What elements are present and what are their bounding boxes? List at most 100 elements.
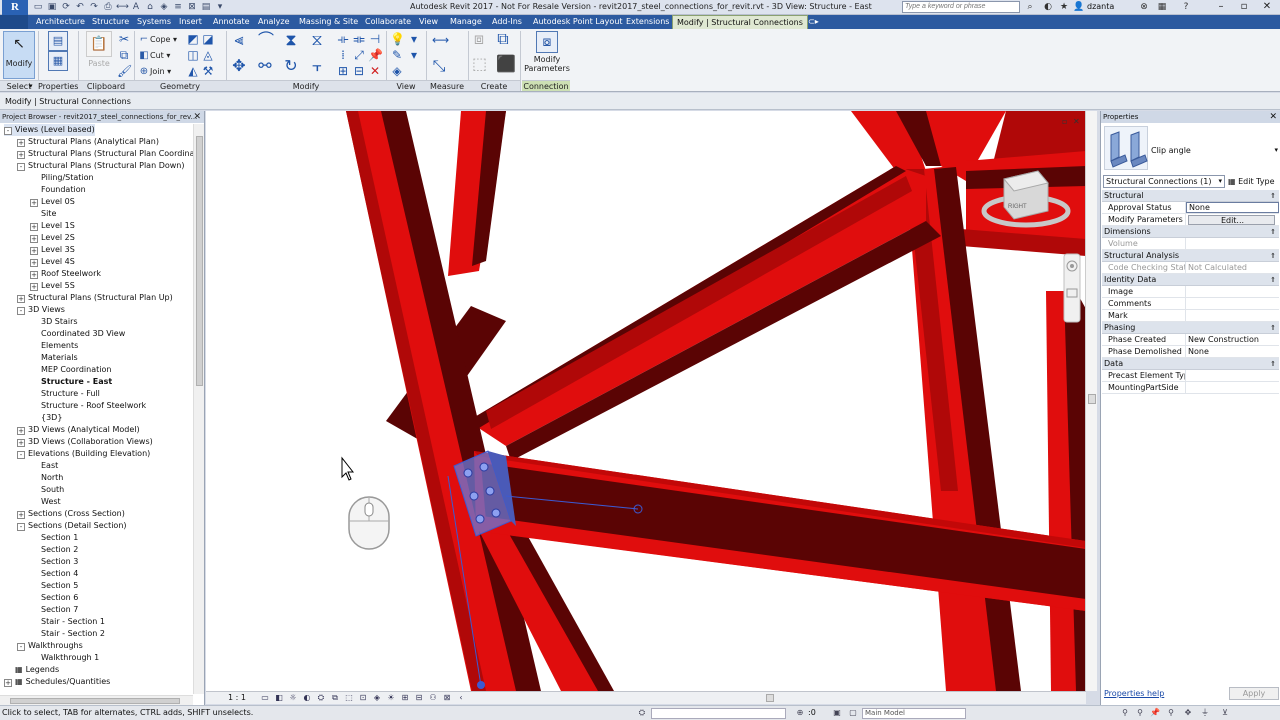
revit-logo-button[interactable]: R [2, 0, 28, 15]
tree-folder[interactable]: +3D Views (Analytical Model) [17, 424, 140, 436]
tree-view-item[interactable]: Piling/Station [30, 172, 94, 184]
tree-view-item[interactable]: Section 5 [30, 580, 78, 592]
tree-view-item[interactable]: Stair - Section 1 [30, 616, 105, 628]
tree-folder[interactable]: -3D Views [17, 304, 65, 316]
demolish-icon[interactable]: ◬ [201, 48, 215, 62]
collapse-group-icon[interactable]: ⇑ [1270, 274, 1276, 286]
bolt[interactable] [485, 486, 495, 496]
constraints-icon[interactable]: ⊠ [442, 693, 452, 703]
section-icon[interactable]: ◈ [158, 1, 170, 13]
filter-icon[interactable]: ⏚ [1200, 708, 1210, 718]
measure-icon[interactable]: ⟷ [116, 1, 129, 13]
tree-view-item[interactable]: North [30, 472, 63, 484]
expand-icon[interactable]: + [30, 259, 38, 267]
tree-folder[interactable]: + Level 1S [30, 220, 75, 232]
property-value[interactable]: None [1186, 202, 1279, 213]
expand-icon[interactable]: + [30, 223, 38, 231]
split-icon[interactable]: ⟛ [336, 32, 350, 46]
bolt[interactable] [469, 491, 479, 501]
tree-folder[interactable]: + Level 4S [30, 256, 75, 268]
select-by-face-icon[interactable]: ⚲ [1166, 708, 1176, 718]
tree-view-item[interactable]: Section 1 [30, 532, 78, 544]
restore-view-icon[interactable]: ▫ [1062, 117, 1067, 126]
ribbon-toggle-icon[interactable]: ⊂▸ [808, 15, 819, 29]
dimension-icon[interactable]: ⤡ [432, 58, 446, 74]
select-pinned-icon[interactable]: 📌 [1150, 708, 1160, 718]
active-workset-select[interactable] [651, 708, 786, 719]
create-similar-icon[interactable]: ⬚ [472, 56, 487, 72]
maximize-button[interactable]: ▫ [1233, 0, 1255, 14]
tab-modify-structural-connections[interactable]: Modify | Structural Connections [672, 15, 808, 29]
measure-between-icon[interactable]: ⟷ [432, 33, 449, 47]
type-preview-image[interactable] [1104, 126, 1148, 170]
collapse-icon[interactable]: - [17, 451, 25, 459]
file-tab[interactable] [0, 15, 28, 29]
tree-view-item[interactable]: Materials [30, 352, 78, 364]
steel-member[interactable] [506, 221, 941, 461]
help-icon[interactable]: ? [1180, 1, 1192, 13]
view-scale[interactable]: 1 : 1 [228, 693, 246, 702]
tab-structure[interactable]: Structure [92, 15, 129, 29]
property-value[interactable]: None [1186, 346, 1279, 357]
tab-extensions[interactable]: Extensions [626, 15, 669, 29]
tree-folder[interactable]: +3D Views (Collaboration Views) [17, 436, 153, 448]
save-icon[interactable]: ▣ [46, 1, 58, 13]
tab-architecture[interactable]: Architecture [36, 15, 85, 29]
tree-view-item[interactable]: Coordinated 3D View [30, 328, 125, 340]
tree-view-item[interactable]: ▦ Legends [4, 664, 59, 676]
redo-icon[interactable]: ↷ [88, 1, 100, 13]
align-icon[interactable]: ⫷ [232, 32, 246, 48]
instance-selector[interactable]: Structural Connections (1) ▾ [1103, 175, 1225, 188]
unpin-icon[interactable]: ⊞ [336, 64, 350, 78]
tree-view-item[interactable]: South [30, 484, 64, 496]
steel-structure-drawing[interactable]: RIGHT ▫ ✕ [206, 111, 1086, 691]
view-ctrl-arrow-icon[interactable]: ‹ [456, 693, 466, 703]
user-icon[interactable]: 👤 [1073, 1, 1085, 13]
tree-folder[interactable]: + Roof Steelwork [30, 268, 101, 280]
lock-3d-icon[interactable]: ⊡ [358, 693, 368, 703]
tree-folder[interactable]: - Views (Level based) [4, 124, 95, 136]
expand-icon[interactable]: + [30, 247, 38, 255]
apps-icon[interactable]: ▦ [1156, 1, 1168, 13]
property-group-header[interactable]: Data ⇑ [1102, 358, 1279, 370]
print-icon[interactable]: ⎙ [102, 1, 114, 13]
array-icon[interactable]: ⁞ [336, 48, 350, 62]
tab-view[interactable]: View [419, 15, 438, 29]
undo-icon[interactable]: ↶ [74, 1, 86, 13]
override-graphics-icon[interactable]: ▾ [407, 32, 421, 46]
collapse-icon[interactable]: - [17, 307, 25, 315]
navigation-bar[interactable] [1063, 253, 1081, 323]
expand-icon[interactable]: + [30, 235, 38, 243]
split-gap-icon[interactable]: ⟚ [352, 32, 366, 46]
tree-view-item[interactable]: Stair - Section 2 [30, 628, 105, 640]
collapse-group-icon[interactable]: ⇑ [1270, 358, 1276, 370]
property-value[interactable] [1186, 382, 1279, 393]
tab-autodesk-point-layout[interactable]: Autodesk Point Layout [533, 15, 623, 29]
tab-analyze[interactable]: Analyze [258, 15, 290, 29]
apply-button[interactable]: Apply [1229, 687, 1279, 700]
worksharing-display-icon[interactable]: ⚇ [428, 693, 438, 703]
qat-dropdown-icon[interactable]: ▾ [214, 1, 226, 13]
tree-view-item[interactable]: Section 4 [30, 568, 78, 580]
bolt[interactable] [463, 468, 473, 478]
edit-parameters-button[interactable]: Edit... [1188, 215, 1275, 225]
property-value[interactable] [1186, 298, 1279, 309]
collapse-group-icon[interactable]: ⇑ [1270, 250, 1276, 262]
tree-view-item[interactable]: Section 2 [30, 544, 78, 556]
lock-icon[interactable]: ⊟ [352, 64, 366, 78]
hammer-icon[interactable]: ⚒ [201, 64, 215, 78]
expand-icon[interactable]: + [17, 427, 25, 435]
tree-view-item[interactable]: 3D Stairs [30, 316, 78, 328]
reveal-hidden-icon[interactable]: ☀ [386, 693, 396, 703]
expand-icon[interactable]: + [17, 439, 25, 447]
tree-view-item[interactable]: {3D} [30, 412, 62, 424]
close-icon[interactable]: ✕ [193, 111, 201, 123]
tree-folder[interactable]: + Level 5S [30, 280, 75, 292]
minimize-button[interactable]: – [1210, 0, 1232, 14]
tab-add-ins[interactable]: Add-Ins [492, 15, 522, 29]
switch-windows-icon[interactable]: ▤ [200, 1, 212, 13]
tree-folder[interactable]: - Structural Plans (Structural Plan Down) [17, 160, 184, 172]
select-underlay-icon[interactable]: ⚲ [1135, 708, 1145, 718]
crop-view-icon[interactable]: ⧉ [330, 693, 340, 703]
drag-elements-icon[interactable]: ✥ [1183, 708, 1193, 718]
